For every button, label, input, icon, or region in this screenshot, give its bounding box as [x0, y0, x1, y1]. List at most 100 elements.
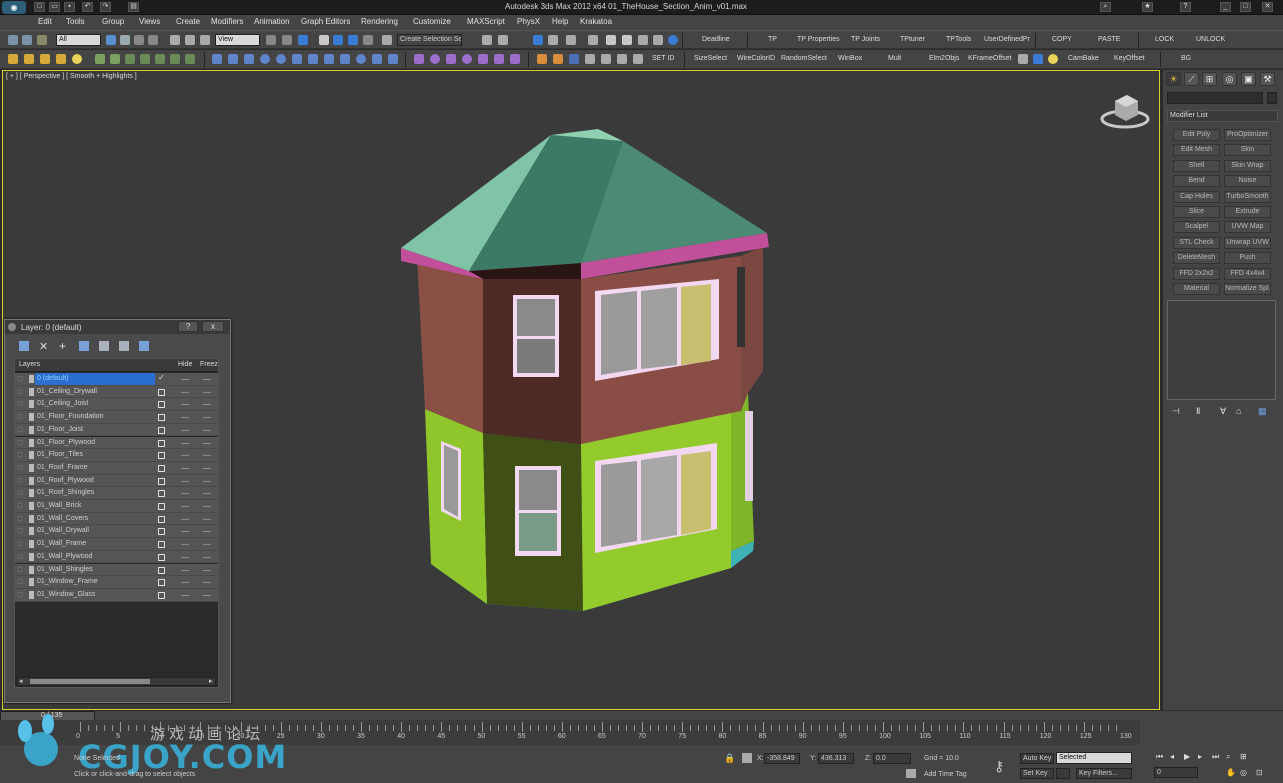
create-tab-icon[interactable]: ☀	[1166, 72, 1181, 86]
freeze-toggle[interactable]	[203, 544, 211, 546]
fb-icon[interactable]	[569, 54, 579, 64]
render-toggle[interactable]	[181, 544, 189, 546]
script-button-elm2objs[interactable]: Elm2Objs	[929, 55, 959, 62]
render-toggle[interactable]	[181, 455, 189, 457]
align-icon[interactable]	[498, 35, 508, 45]
layer-name[interactable]: 01_Roof_Plywood	[37, 477, 94, 484]
render-toggle[interactable]	[181, 582, 189, 584]
render-toggle[interactable]	[181, 417, 189, 419]
absolute-mode-icon[interactable]	[742, 753, 752, 763]
scroll-right-icon[interactable]: ▸	[209, 677, 213, 685]
leaf-tool-icon[interactable]	[95, 54, 105, 64]
remove-modifier-icon[interactable]: ⌂	[1236, 406, 1248, 416]
script-button-tp-properties[interactable]: TP Properties	[797, 36, 840, 43]
render-toggle[interactable]	[181, 594, 189, 596]
menu-maxscript[interactable]: MAXScript	[467, 17, 505, 26]
y-coordinate-field[interactable]: 436.313	[818, 753, 854, 764]
expand-layer-icon[interactable]	[18, 464, 23, 470]
go-to-end-icon[interactable]: ⏭	[1212, 752, 1219, 762]
expand-layer-icon[interactable]	[18, 490, 23, 496]
save-file-icon[interactable]: ▪	[64, 2, 75, 12]
menu-edit[interactable]: Edit	[38, 17, 52, 26]
layer-row[interactable]: 01_Window_Glass	[15, 588, 218, 602]
hide-toggle[interactable]	[158, 515, 165, 523]
modifier-button-prooptimizer[interactable]: ProOptimizer	[1224, 129, 1271, 141]
donut-shape-icon[interactable]	[462, 54, 472, 64]
scale-icon[interactable]	[200, 35, 210, 45]
modifier-button-shell[interactable]: Shell	[1173, 159, 1220, 172]
layer-row[interactable]: 01_Floor_Tiles	[15, 449, 218, 462]
modifier-button-normalize-spl[interactable]: Normalize Spl.	[1224, 283, 1271, 295]
pen-icon[interactable]	[40, 54, 50, 64]
menu-graph-editors[interactable]: Graph Editors	[301, 17, 350, 26]
menu-krakatoa[interactable]: Krakatoa	[580, 17, 612, 26]
named-selection-set-input[interactable]: Create Selection Se	[397, 34, 462, 46]
activeshade-icon[interactable]	[668, 35, 678, 45]
add-time-tag[interactable]: Add Time Tag	[924, 771, 967, 778]
freeze-toggle[interactable]	[203, 455, 211, 457]
unwrap-icon[interactable]	[553, 54, 563, 64]
freeze-toggle[interactable]	[203, 429, 211, 431]
layer-row[interactable]: 01_Roof_Plywood	[15, 474, 218, 488]
render-toggle[interactable]	[181, 569, 189, 571]
modifier-button-ffd-2x2x2[interactable]: FFD 2x2x2	[1173, 267, 1220, 280]
expand-layer-icon[interactable]	[18, 566, 23, 572]
cylinder-tool-icon[interactable]	[292, 54, 302, 64]
angle-snap-icon[interactable]	[333, 35, 343, 45]
script-button-deadline[interactable]: Deadline	[702, 36, 730, 43]
modifier-button-ffd-4x4x4[interactable]: FFD 4x4x4	[1224, 267, 1271, 280]
layer-name[interactable]: 01_Window_Glass	[37, 591, 95, 598]
freeze-toggle[interactable]	[203, 556, 211, 558]
layer-name[interactable]: 01_Ceiling_Drywall	[37, 388, 97, 395]
rendered-frame-icon[interactable]	[638, 35, 648, 45]
script-button-bg[interactable]: BG	[1181, 55, 1191, 62]
pan-view-icon[interactable]: ✋	[1226, 768, 1236, 777]
layer-window-header[interactable]: Layer: 0 (default) ? x	[5, 320, 230, 334]
rectangular-selection-icon[interactable]	[134, 35, 144, 45]
menu-views[interactable]: Views	[139, 17, 160, 26]
layer-row[interactable]: 01_Floor_Foundation	[15, 411, 218, 424]
configure-modifier-sets-icon[interactable]: ▦	[1258, 406, 1270, 416]
layer-row[interactable]: 01_Wall_Plywood	[15, 550, 218, 564]
render-toggle[interactable]	[181, 518, 189, 520]
tree-tool-icon[interactable]	[110, 54, 120, 64]
script-button-tptuner[interactable]: TPtuner	[900, 36, 925, 43]
move-icon[interactable]	[170, 35, 180, 45]
edit-named-selection-icon[interactable]	[382, 35, 392, 45]
render-toggle[interactable]	[181, 506, 189, 507]
freeze-toggle[interactable]	[203, 404, 211, 406]
selection-lock-icon[interactable]: 🔒	[724, 753, 735, 764]
freeze-toggle[interactable]	[203, 442, 211, 444]
tube-tool-icon[interactable]	[308, 54, 318, 64]
menu-modifiers[interactable]: Modifiers	[211, 17, 243, 26]
expand-layer-icon[interactable]	[18, 388, 23, 394]
key-filter-dropdown[interactable]: Selected	[1056, 752, 1132, 764]
display-tab-icon[interactable]: ▣	[1241, 72, 1256, 86]
script-run-icon[interactable]	[585, 54, 595, 64]
freeze-toggle[interactable]	[203, 569, 211, 571]
layer-name[interactable]: 0 (default)	[35, 373, 155, 385]
layer-row[interactable]: 01_Floor_Joist	[15, 423, 218, 437]
current-frame-field[interactable]: 0	[1154, 767, 1198, 778]
hide-toggle[interactable]	[158, 503, 165, 510]
default-tangents-icon[interactable]	[1056, 768, 1070, 779]
column-layers[interactable]: Layers	[19, 361, 40, 368]
freeze-toggle[interactable]	[203, 594, 211, 596]
open-file-icon[interactable]: ▭	[49, 2, 60, 12]
render-toggle[interactable]	[181, 442, 189, 444]
plane-tool-icon[interactable]	[228, 54, 238, 64]
hide-toggle[interactable]	[158, 401, 165, 409]
layer-window-help-button[interactable]: ?	[178, 321, 198, 332]
script-button-keyoffset[interactable]: KeyOffset	[1114, 55, 1145, 62]
hide-toggle[interactable]	[158, 541, 165, 549]
selection-filter-dropdown[interactable]: All	[56, 34, 101, 46]
script-button-mult[interactable]: Mult	[888, 55, 901, 62]
script-button-unlock[interactable]: UNLOCK	[1196, 36, 1225, 43]
hide-toggle[interactable]	[158, 566, 165, 574]
select-manipulate-icon[interactable]	[282, 35, 292, 45]
create-layer-icon[interactable]	[19, 341, 29, 351]
circle-shape-icon[interactable]	[430, 54, 440, 64]
expand-layer-icon[interactable]	[18, 541, 23, 547]
hide-toggle[interactable]	[158, 553, 165, 561]
object-name-field[interactable]	[1167, 92, 1263, 104]
